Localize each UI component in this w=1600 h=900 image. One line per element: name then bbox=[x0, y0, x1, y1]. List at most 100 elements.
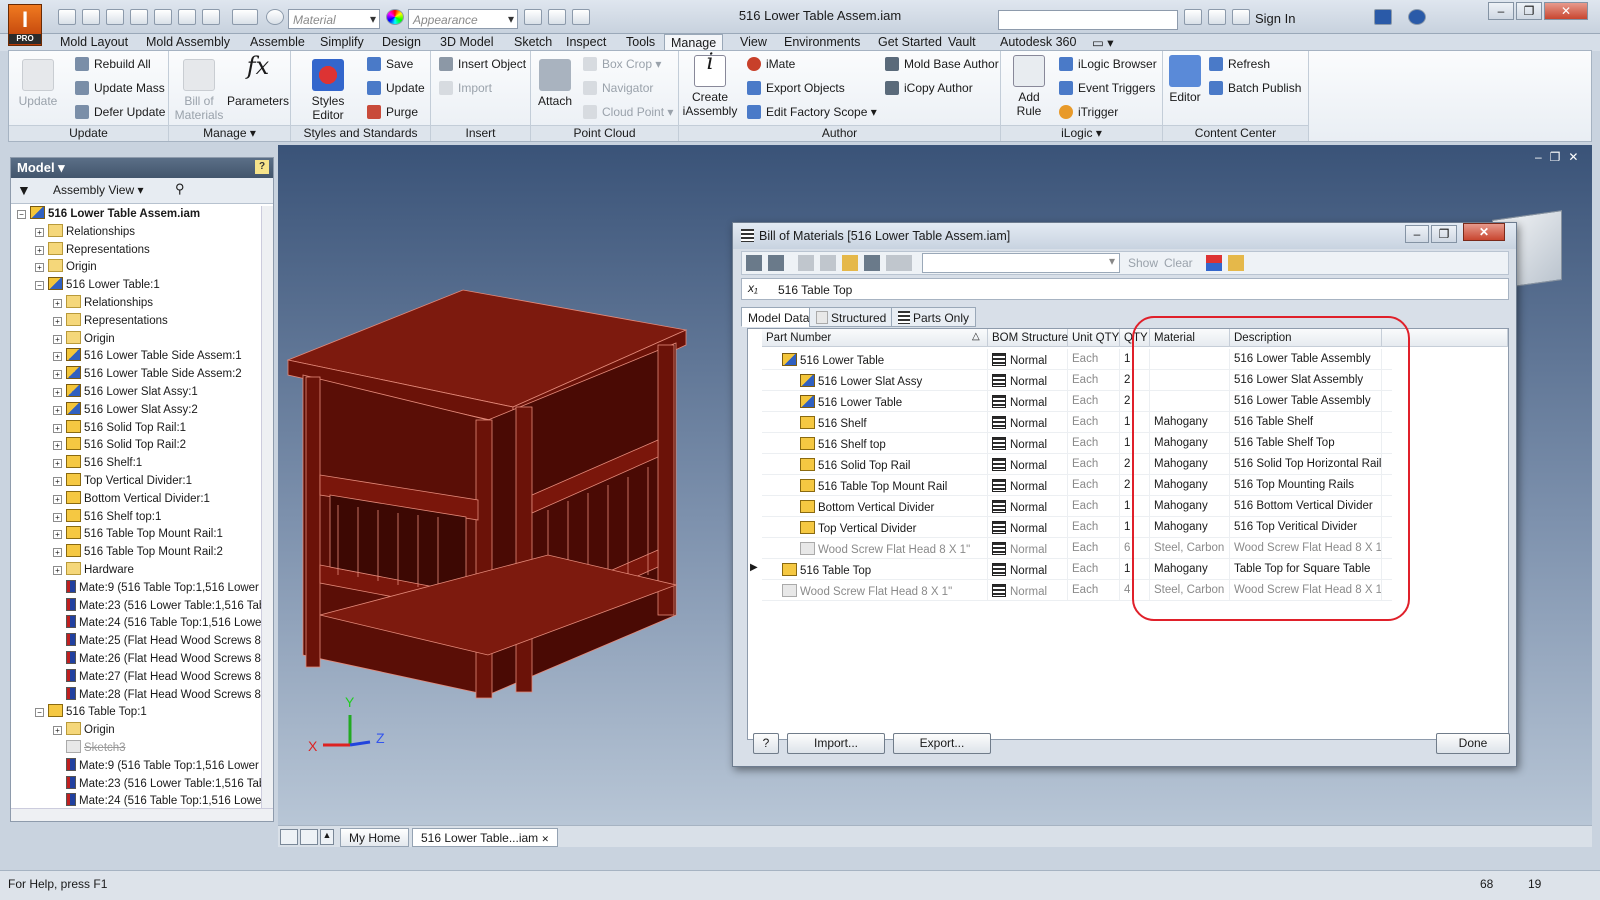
bom-edit-icon[interactable] bbox=[768, 255, 784, 271]
show-button[interactable]: Show bbox=[1128, 256, 1158, 270]
menu-vault[interactable]: Vault bbox=[948, 34, 976, 51]
expand-toggle-icon[interactable]: + bbox=[53, 441, 62, 451]
tree-node[interactable]: Mate:23 (516 Lower Table:1,516 Table bbox=[53, 597, 261, 615]
tree-node[interactable]: Mate:24 (516 Table Top:1,516 Lower T bbox=[53, 793, 261, 808]
tree-node[interactable]: + Top Vertical Divider:1 bbox=[53, 473, 192, 490]
styles-save-button[interactable]: Save bbox=[367, 57, 413, 71]
choose-columns-icon[interactable] bbox=[864, 255, 880, 271]
appearance-combo[interactable]: Appearance bbox=[408, 9, 518, 29]
settings-icon[interactable] bbox=[1228, 255, 1244, 271]
select-icon[interactable] bbox=[232, 9, 258, 25]
insert-object-button[interactable]: Insert Object bbox=[439, 57, 526, 71]
table-icon[interactable] bbox=[1206, 255, 1222, 271]
save-icon[interactable] bbox=[106, 9, 124, 25]
expand-toggle-icon[interactable]: + bbox=[53, 370, 62, 380]
menu-mold-assembly[interactable]: Mold Assembly bbox=[146, 34, 230, 51]
expand-toggle-icon[interactable]: + bbox=[53, 548, 62, 558]
restore-button[interactable]: ❐ bbox=[1516, 2, 1542, 20]
menu-overflow-icon[interactable]: ▭ ▾ bbox=[1092, 34, 1114, 51]
icopy-author-button[interactable]: iCopy Author bbox=[885, 81, 973, 95]
tree-node[interactable]: − 516 Table Top:1 bbox=[35, 704, 147, 721]
expand-toggle-icon[interactable]: + bbox=[53, 352, 62, 362]
tree-node[interactable]: +516 Lower Table Side Assem:1 bbox=[53, 348, 242, 365]
expand-toggle-icon[interactable]: + bbox=[53, 405, 62, 415]
cascade-icon[interactable] bbox=[280, 829, 298, 845]
expand-toggle-icon[interactable]: + bbox=[53, 423, 62, 433]
exchange-icon[interactable] bbox=[1374, 9, 1392, 25]
cc-editor-button[interactable]: Editor bbox=[1165, 55, 1205, 104]
renumber-icon[interactable] bbox=[820, 255, 836, 271]
cloud-point-button[interactable]: Cloud Point ▾ bbox=[583, 105, 673, 119]
tree-node[interactable]: + Bottom Vertical Divider:1 bbox=[53, 490, 210, 508]
cc-refresh-button[interactable]: Refresh bbox=[1209, 57, 1270, 71]
app-logo[interactable]: I PRO bbox=[8, 4, 42, 46]
expand-toggle-icon[interactable]: − bbox=[35, 708, 44, 718]
col-bom-structure[interactable]: BOM Structure bbox=[988, 329, 1068, 347]
event-triggers-button[interactable]: Event Triggers bbox=[1059, 81, 1155, 95]
filter-value[interactable]: 516 Table Top bbox=[778, 283, 852, 297]
communication-icon[interactable] bbox=[1208, 9, 1226, 25]
tab-model-data[interactable]: Model Data bbox=[741, 307, 817, 327]
add-rule-button[interactable]: Add Rule bbox=[1005, 55, 1053, 118]
tree-node[interactable]: +516 Shelf top:1 bbox=[53, 508, 161, 526]
close-button[interactable]: ✕ bbox=[1544, 2, 1588, 20]
expand-toggle-icon[interactable]: + bbox=[35, 245, 44, 255]
update-big-button[interactable]: Update bbox=[13, 59, 63, 108]
menu-sketch[interactable]: Sketch bbox=[514, 34, 552, 51]
sort-icon[interactable] bbox=[798, 255, 814, 271]
tree-node[interactable]: + Representations bbox=[53, 312, 168, 330]
tree-node[interactable]: Mate:9 (516 Table Top:1,516 Lower Ta bbox=[53, 757, 261, 775]
bom-editor-icon[interactable] bbox=[746, 255, 762, 271]
update-icon[interactable] bbox=[202, 9, 220, 25]
tree-node[interactable]: +516 Shelf:1 bbox=[53, 455, 142, 472]
styles-purge-button[interactable]: Purge bbox=[367, 105, 418, 119]
expand-toggle-icon[interactable]: + bbox=[53, 494, 62, 504]
tab-parts-only[interactable]: Parts Only bbox=[891, 307, 977, 327]
part-number-icon[interactable] bbox=[842, 255, 858, 271]
star-icon[interactable] bbox=[1232, 9, 1250, 25]
plus-icon[interactable] bbox=[572, 9, 590, 25]
box-crop-button[interactable]: Box Crop ▾ bbox=[583, 57, 661, 71]
help-search-input[interactable] bbox=[998, 10, 1178, 30]
material-combo[interactable]: Material bbox=[288, 9, 380, 29]
tab-close-icon[interactable]: ✕ bbox=[542, 834, 550, 844]
ilogic-panel-title[interactable]: iLogic ▾ bbox=[1001, 125, 1162, 141]
imate-button[interactable]: iMate bbox=[747, 57, 795, 71]
expand-toggle-icon[interactable]: + bbox=[53, 530, 62, 540]
expand-toggle-icon[interactable]: − bbox=[35, 281, 44, 291]
sign-in-button[interactable]: Sign In bbox=[1255, 11, 1295, 26]
filter-icon[interactable]: ▼ bbox=[17, 182, 31, 198]
styles-editor-button[interactable]: Styles Editor bbox=[295, 59, 361, 122]
adjust-icon[interactable] bbox=[524, 9, 542, 25]
col-part-number[interactable]: Part Number bbox=[762, 329, 988, 347]
menu-get-started[interactable]: Get Started bbox=[878, 34, 942, 51]
new-icon[interactable] bbox=[58, 9, 76, 25]
binoculars-icon[interactable] bbox=[1184, 9, 1202, 25]
help-icon[interactable] bbox=[1408, 9, 1426, 25]
undo-icon[interactable] bbox=[130, 9, 148, 25]
function-icon[interactable] bbox=[548, 9, 566, 25]
menu-manage[interactable]: Manage bbox=[664, 34, 724, 51]
defer-update-button[interactable]: Defer Update bbox=[75, 105, 165, 119]
expand-toggle-icon[interactable]: + bbox=[53, 299, 62, 308]
tree-scrollbar[interactable] bbox=[261, 206, 273, 808]
tree-node[interactable]: Mate:9 (516 Table Top:1,516 Lower Ta bbox=[53, 579, 261, 597]
minimize-button[interactable]: – bbox=[1488, 2, 1514, 20]
tree-node[interactable]: Mate:23 (516 Lower Table:1,516 Table bbox=[53, 775, 261, 793]
sort-ascending-icon[interactable]: △ bbox=[972, 331, 980, 342]
redo-icon[interactable] bbox=[154, 9, 172, 25]
bill-of-materials-button[interactable]: Bill of Materials bbox=[173, 59, 225, 122]
tree-node[interactable]: − 516 Lower Table Assem.iam bbox=[17, 206, 200, 223]
browser-help-icon[interactable]: ? bbox=[255, 160, 269, 174]
tab-my-home[interactable]: My Home bbox=[340, 828, 410, 847]
menu-design[interactable]: Design bbox=[382, 34, 421, 51]
update-mass-button[interactable]: Update Mass bbox=[75, 81, 165, 95]
bom-help-button[interactable]: ? bbox=[753, 733, 779, 754]
find-icon[interactable]: ⚲ bbox=[175, 181, 185, 197]
expand-toggle-icon[interactable]: + bbox=[53, 512, 62, 522]
menu-autodesk-360[interactable]: Autodesk 360 bbox=[1000, 34, 1076, 51]
clear-button[interactable]: Clear bbox=[1164, 256, 1193, 270]
row-selector-icon[interactable]: ▶ bbox=[750, 562, 758, 573]
menu-environments[interactable]: Environments bbox=[784, 34, 860, 51]
menu-inspect[interactable]: Inspect bbox=[566, 34, 606, 51]
